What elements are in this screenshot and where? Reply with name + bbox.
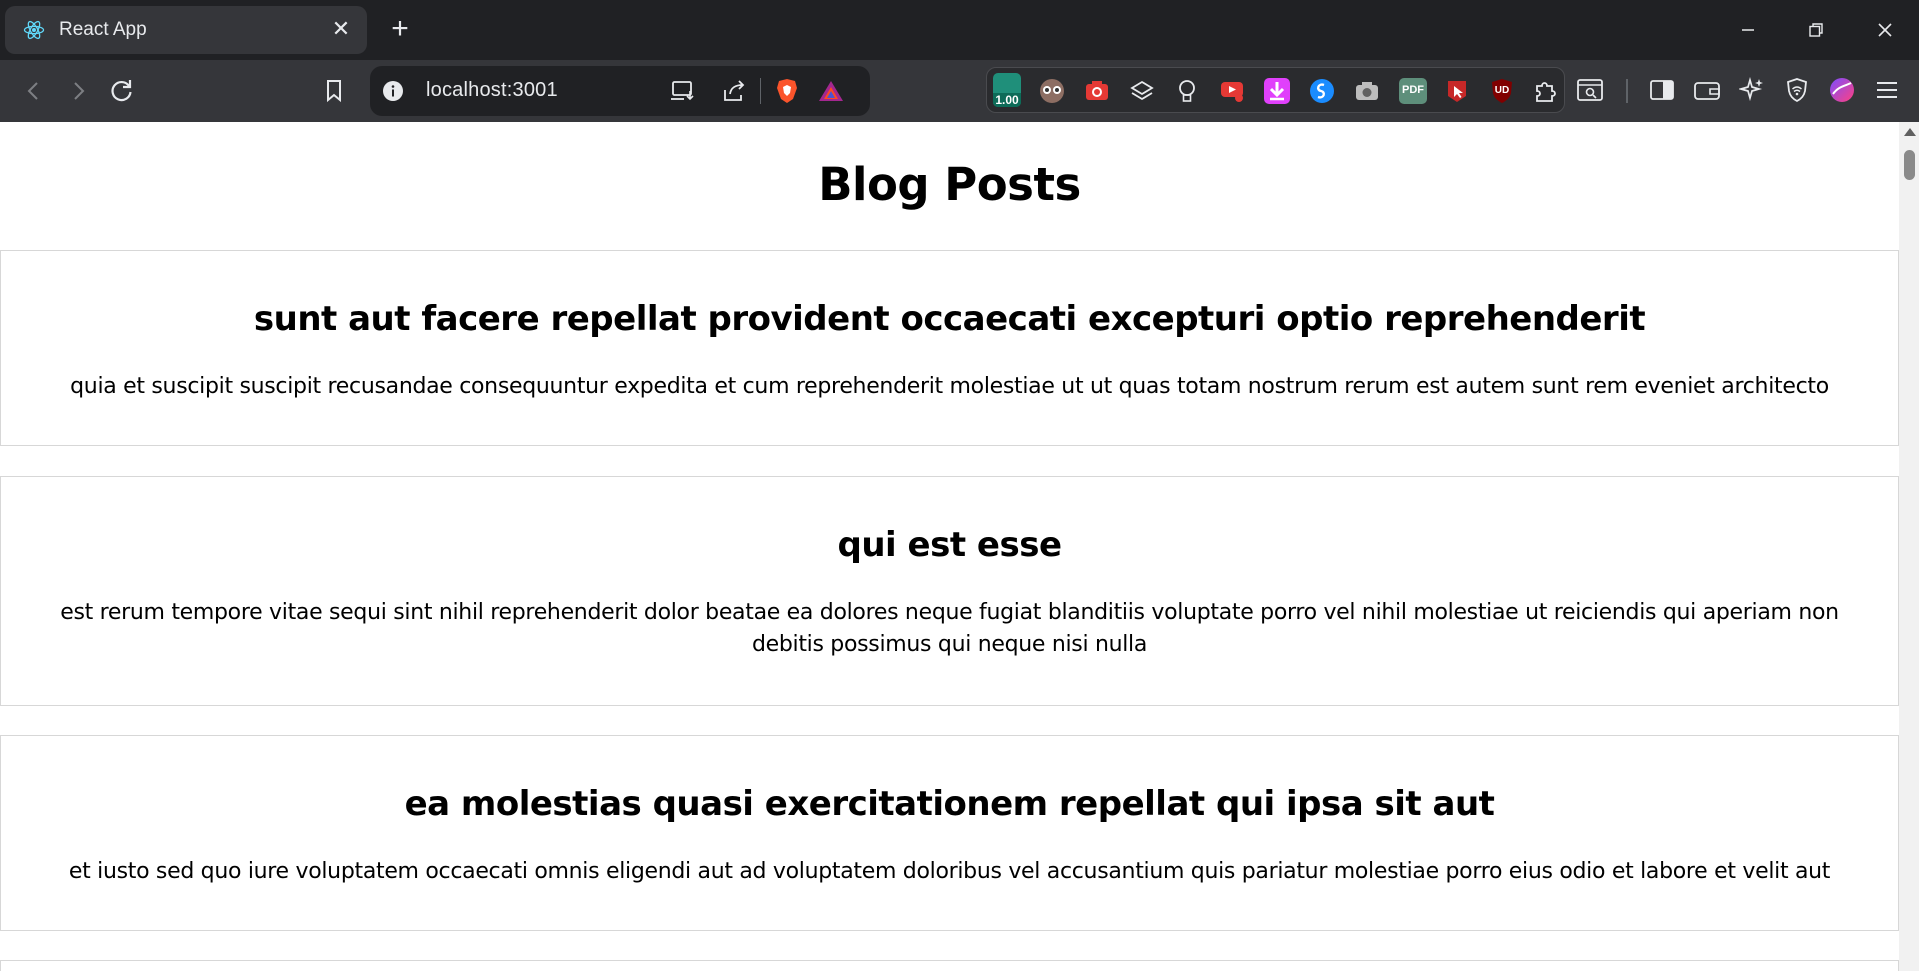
tab-close-icon[interactable]: ✕ [329,18,353,42]
react-logo-icon [23,19,45,41]
post-title: sunt aut facere repellat provident occae… [253,299,1646,339]
address-bar-divider [760,78,761,104]
price-extension-icon[interactable]: 1.00 [993,73,1021,107]
page-viewport: Blog Posts sunt aut facere repellat prov… [0,122,1899,971]
tab-title: React App [59,19,147,40]
brave-shields-icon[interactable] [774,78,800,104]
post-body: est rerum tempore vitae sequi sint nihil… [60,600,1839,657]
ublock-extension-icon[interactable]: UD [1489,78,1515,104]
post-card: qui est esse est rerum tempore vitae seq… [0,476,1899,706]
post-card: ea molestias quasi exercitationem repell… [0,735,1899,931]
site-info-icon[interactable] [382,80,404,102]
camera-extension-icon[interactable] [1354,78,1380,104]
vpn-shield-icon[interactable] [1782,75,1812,105]
close-window-icon[interactable] [1867,14,1903,46]
install-app-icon[interactable] [670,78,696,104]
download-extension-icon[interactable] [1264,78,1290,104]
ublock-extension-label: UD [1494,85,1510,96]
address-bar[interactable]: localhost:3001 [370,66,870,116]
minimize-window-icon[interactable] [1730,14,1766,46]
cursor-extension-icon[interactable] [1444,78,1470,104]
screenshot-extension-icon[interactable] [1084,78,1110,104]
youtube-extension-icon[interactable] [1219,78,1245,104]
post-title: ea molestias quasi exercitationem repell… [404,784,1495,824]
post-card-partial [0,960,1899,971]
extensions-strip: 1.00 PDF UD [986,67,1565,113]
share-icon[interactable] [721,78,747,104]
puzzle-extensions-icon[interactable] [1532,78,1558,104]
wallet-icon[interactable] [1692,75,1722,105]
vertical-scrollbar[interactable] [1899,122,1919,971]
page-title: Blog Posts [818,158,1081,211]
new-tab-button[interactable]: + [384,14,416,46]
pdf-extension-label: PDF [1402,84,1424,96]
menu-hamburger-icon[interactable] [1872,75,1902,105]
bookmark-icon[interactable] [318,75,350,107]
leo-ai-icon[interactable] [1737,75,1767,105]
reading-mode-icon[interactable] [1575,75,1605,105]
post-card: sunt aut facere repellat provident occae… [0,250,1899,446]
post-body: quia et suscipit suscipit recusandae con… [70,374,1829,399]
toolbar-divider [1626,79,1628,103]
shazam-extension-icon[interactable] [1309,78,1335,104]
forward-arrow-icon[interactable] [62,75,94,107]
post-title: qui est esse [837,525,1062,565]
brave-rewards-icon[interactable] [818,78,844,104]
reload-icon[interactable] [106,75,138,107]
browser-toolbar: localhost:3001 1.00 PDF UD [0,60,1919,122]
sidebar-toggle-icon[interactable] [1647,75,1677,105]
extension-badge: 1.00 [993,93,1021,107]
profile-avatar-icon[interactable] [1827,75,1857,105]
pdf-extension-icon[interactable]: PDF [1399,78,1427,104]
lightbulb-extension-icon[interactable] [1174,78,1200,104]
browser-title-bar: React App ✕ + [0,0,1919,60]
stack-extension-icon[interactable] [1129,78,1155,104]
post-body: et iusto sed quo iure voluptatem occaeca… [68,859,1831,884]
scroll-up-arrow-icon[interactable] [1904,128,1916,136]
back-arrow-icon[interactable] [18,75,50,107]
browser-tab-active[interactable]: React App ✕ [5,6,367,54]
scroll-thumb[interactable] [1904,150,1915,180]
glasses-extension-icon[interactable] [1039,78,1065,104]
url-text[interactable]: localhost:3001 [426,79,558,102]
restore-window-icon[interactable] [1798,14,1834,46]
